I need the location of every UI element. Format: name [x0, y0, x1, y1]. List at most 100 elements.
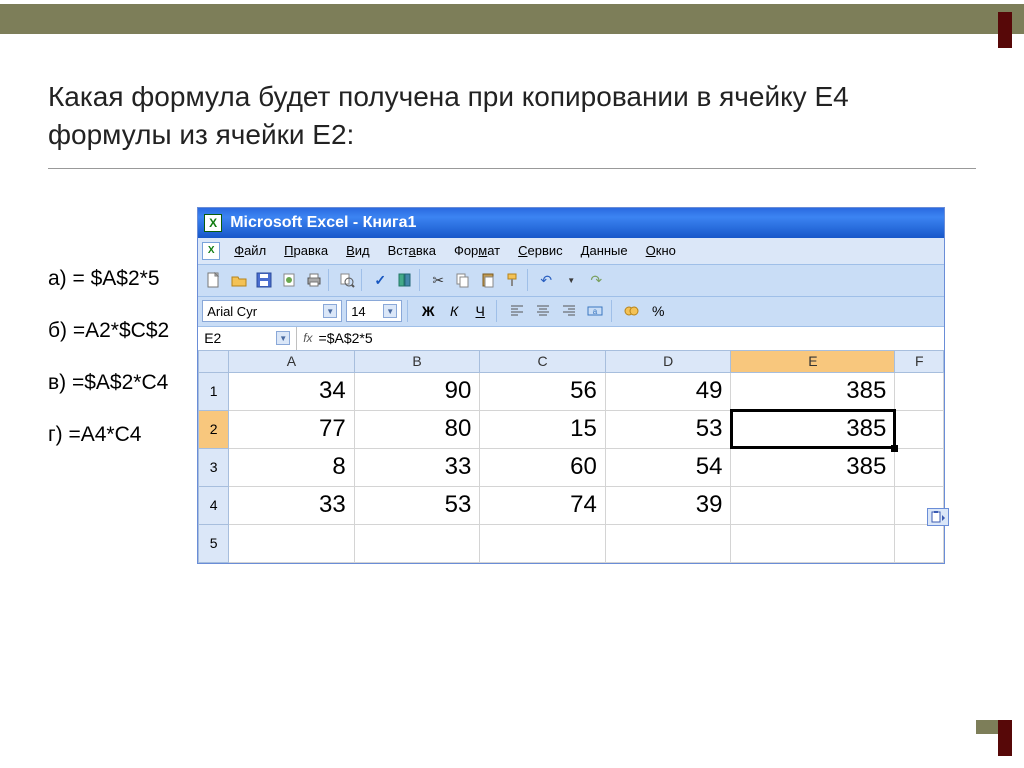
answer-options: а) = $A$2*5 б) =A2*$C$2 в) =$A$2*C4 г) =…: [48, 207, 169, 447]
cell[interactable]: [731, 486, 895, 524]
align-left-icon[interactable]: [506, 300, 528, 322]
save-icon[interactable]: [252, 268, 276, 292]
corner-decoration-top: [976, 12, 1012, 48]
cell[interactable]: [895, 448, 944, 486]
row-header-5[interactable]: 5: [199, 524, 229, 562]
cell[interactable]: [895, 524, 944, 562]
cell[interactable]: 60: [480, 448, 606, 486]
menu-view[interactable]: Вид: [338, 241, 378, 260]
bold-button[interactable]: Ж: [417, 300, 439, 322]
format-painter-icon[interactable]: [501, 268, 525, 292]
chevron-down-icon[interactable]: ▼: [323, 304, 337, 318]
cell[interactable]: 53: [354, 486, 480, 524]
workbook-icon[interactable]: X: [202, 242, 220, 260]
option-b: б) =A2*$C$2: [48, 319, 169, 343]
corner-decoration-bottom: [976, 720, 1012, 756]
cell[interactable]: 8: [229, 448, 355, 486]
undo-dropdown-icon[interactable]: ▼: [559, 268, 583, 292]
cell[interactable]: [731, 524, 895, 562]
cell[interactable]: [895, 372, 944, 410]
paste-icon[interactable]: [476, 268, 500, 292]
row-header-1[interactable]: 1: [199, 372, 229, 410]
name-box[interactable]: E2 ▼: [198, 327, 296, 350]
cell[interactable]: [354, 524, 480, 562]
font-name-combo[interactable]: Arial Cyr ▼: [202, 300, 342, 322]
cell[interactable]: [480, 524, 606, 562]
option-g: г) =A4*C4: [48, 423, 169, 447]
col-header-C[interactable]: C: [480, 350, 606, 372]
cell[interactable]: 54: [605, 448, 731, 486]
undo-icon[interactable]: ↶: [534, 268, 558, 292]
menu-window[interactable]: Окно: [638, 241, 684, 260]
open-icon[interactable]: [227, 268, 251, 292]
font-size-value: 14: [351, 304, 365, 319]
cell[interactable]: 80: [354, 410, 480, 448]
spreadsheet-grid[interactable]: A B C D E F 1 34 90 56 49 385: [198, 350, 944, 563]
cell[interactable]: 33: [354, 448, 480, 486]
row-header-4[interactable]: 4: [199, 486, 229, 524]
menu-data[interactable]: Данные: [573, 241, 636, 260]
redo-icon[interactable]: ↷: [584, 268, 608, 292]
cell[interactable]: [605, 524, 731, 562]
chevron-down-icon[interactable]: ▼: [383, 304, 397, 318]
row-header-3[interactable]: 3: [199, 448, 229, 486]
cell[interactable]: 39: [605, 486, 731, 524]
copy-icon[interactable]: [451, 268, 475, 292]
svg-text:a: a: [593, 307, 598, 316]
col-header-E[interactable]: E: [731, 350, 895, 372]
align-right-icon[interactable]: [558, 300, 580, 322]
cell[interactable]: [895, 410, 944, 448]
menubar: X Файл Правка Вид Вставка Формат Сервис …: [198, 238, 944, 264]
col-header-B[interactable]: B: [354, 350, 480, 372]
cell[interactable]: 34: [229, 372, 355, 410]
cut-icon[interactable]: ✂: [426, 268, 450, 292]
cell[interactable]: 77: [229, 410, 355, 448]
font-size-combo[interactable]: 14 ▼: [346, 300, 402, 322]
divider: [48, 168, 976, 169]
cell[interactable]: 385: [731, 372, 895, 410]
percent-button[interactable]: %: [647, 300, 669, 322]
cell[interactable]: 49: [605, 372, 731, 410]
currency-icon[interactable]: [621, 300, 643, 322]
paste-options-icon[interactable]: [927, 508, 949, 526]
research-icon[interactable]: [393, 268, 417, 292]
formula-bar: E2 ▼ fx =$A$2*5: [198, 326, 944, 350]
cell[interactable]: 74: [480, 486, 606, 524]
cell[interactable]: 385: [731, 448, 895, 486]
new-icon[interactable]: [202, 268, 226, 292]
fx-icon[interactable]: fx: [303, 331, 312, 345]
chevron-down-icon[interactable]: ▼: [276, 331, 290, 345]
option-v: в) =$A$2*C4: [48, 371, 169, 395]
col-header-D[interactable]: D: [605, 350, 731, 372]
cell[interactable]: 56: [480, 372, 606, 410]
menu-format[interactable]: Формат: [446, 241, 508, 260]
menu-tools[interactable]: Сервис: [510, 241, 571, 260]
cell[interactable]: [229, 524, 355, 562]
cell[interactable]: [895, 486, 944, 524]
permission-icon[interactable]: [277, 268, 301, 292]
menu-insert[interactable]: Вставка: [380, 241, 444, 260]
formatting-toolbar: Arial Cyr ▼ 14 ▼ Ж К Ч a: [198, 296, 944, 326]
cell[interactable]: 33: [229, 486, 355, 524]
merge-center-icon[interactable]: a: [584, 300, 606, 322]
formula-value[interactable]: =$A$2*5: [319, 330, 373, 346]
row-header-2[interactable]: 2: [199, 410, 229, 448]
menu-file[interactable]: Файл: [226, 241, 274, 260]
font-name-value: Arial Cyr: [207, 304, 257, 319]
print-preview-icon[interactable]: [335, 268, 359, 292]
spelling-icon[interactable]: ✓: [368, 268, 392, 292]
cell[interactable]: 53: [605, 410, 731, 448]
print-icon[interactable]: [302, 268, 326, 292]
cell-selected[interactable]: 385: [731, 410, 895, 448]
menu-edit[interactable]: Правка: [276, 241, 336, 260]
col-header-A[interactable]: A: [229, 350, 355, 372]
align-center-icon[interactable]: [532, 300, 554, 322]
fill-handle[interactable]: [891, 445, 898, 452]
cell[interactable]: 15: [480, 410, 606, 448]
select-all-corner[interactable]: [199, 350, 229, 372]
col-header-F[interactable]: F: [895, 350, 944, 372]
underline-button[interactable]: Ч: [469, 300, 491, 322]
cell[interactable]: 90: [354, 372, 480, 410]
excel-window: X Microsoft Excel - Книга1 X Файл Правка…: [197, 207, 945, 564]
italic-button[interactable]: К: [443, 300, 465, 322]
